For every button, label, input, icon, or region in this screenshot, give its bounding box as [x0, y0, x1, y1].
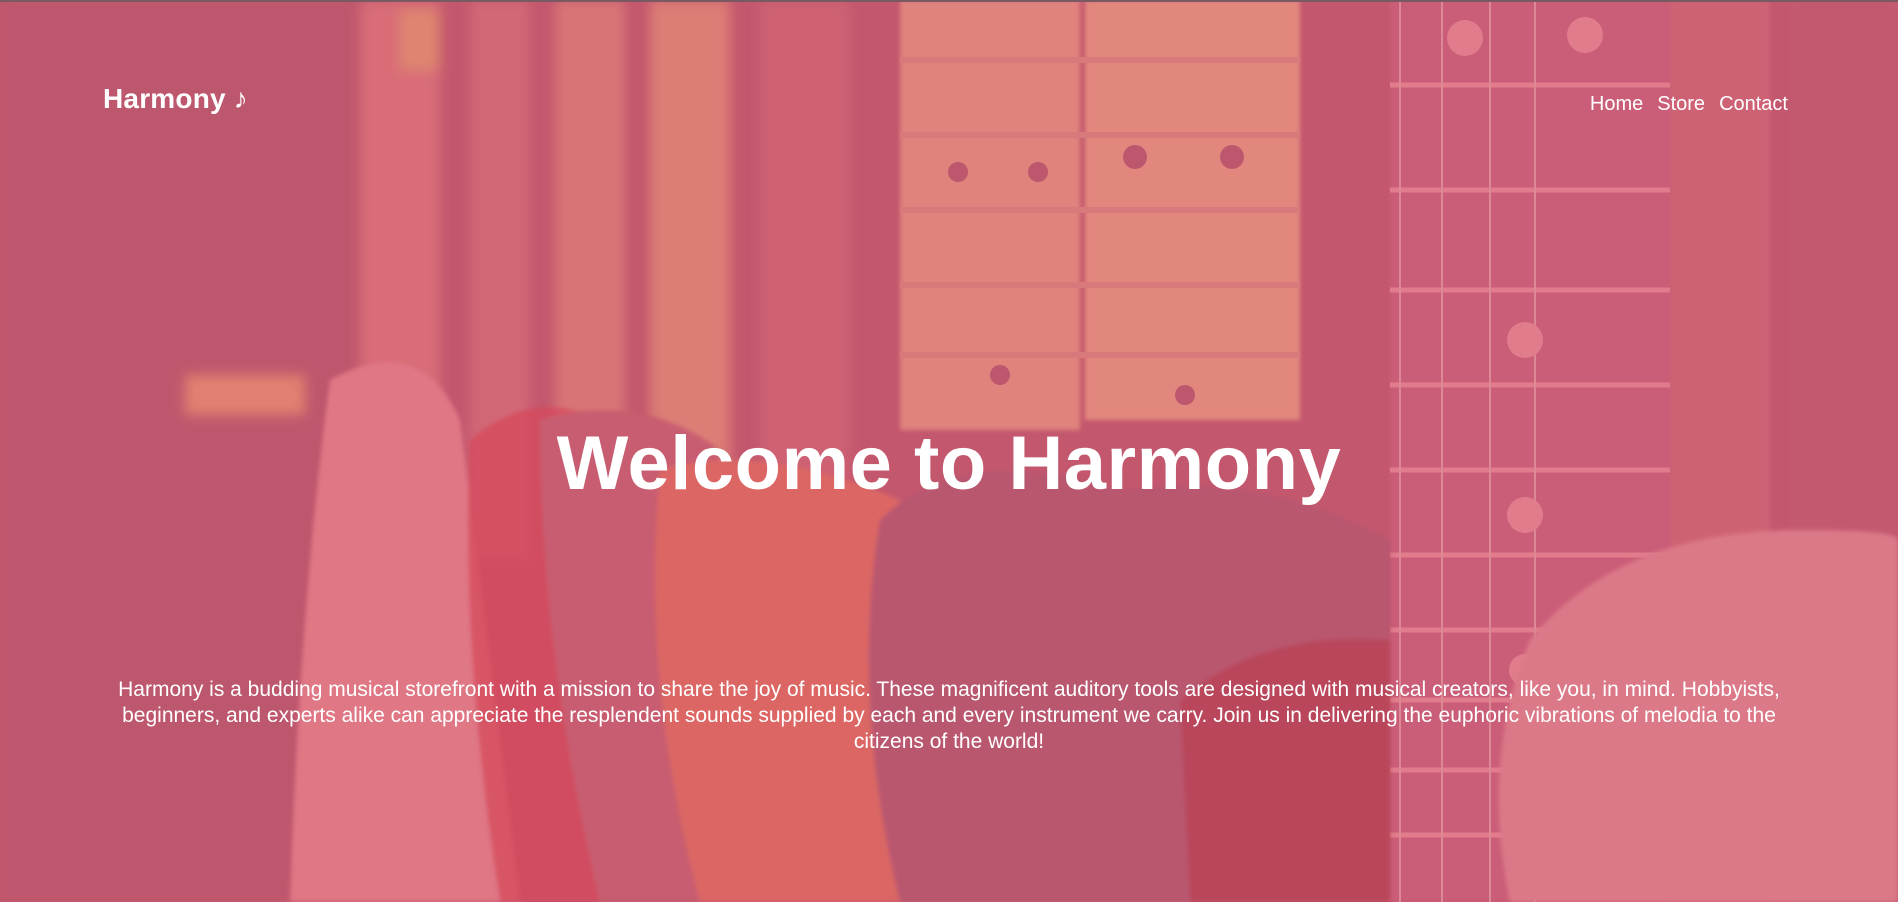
nav-link-store[interactable]: Store [1657, 93, 1705, 116]
nav-link-home[interactable]: Home [1590, 93, 1643, 116]
hero-title: Welcome to Harmony [556, 421, 1342, 506]
hero-description: Harmony is a budding musical storefront … [118, 678, 1780, 753]
nav-link-contact[interactable]: Contact [1719, 93, 1788, 116]
hero-section: Harmony ♪ Home Store Contact Welcome to … [0, 0, 1898, 902]
main-nav: Home Store Contact [1590, 93, 1788, 116]
top-border [0, 0, 1898, 2]
site-logo[interactable]: Harmony ♪ [103, 83, 248, 115]
